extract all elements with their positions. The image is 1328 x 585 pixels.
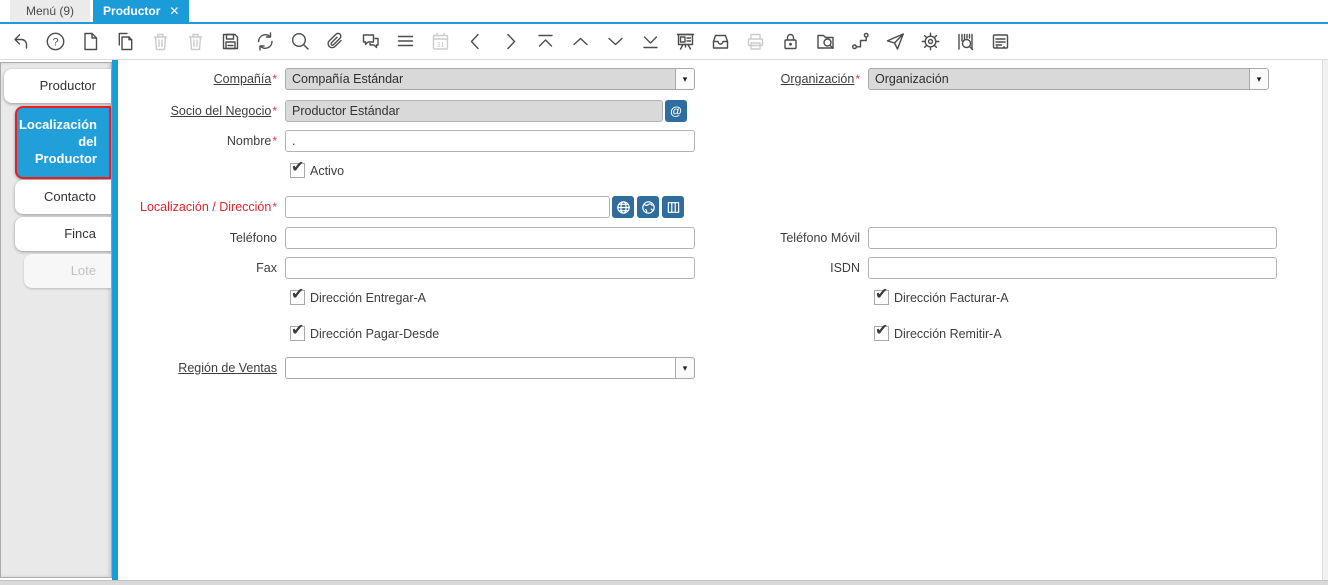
fax-label: Fax <box>130 257 277 279</box>
activo-label: Activo <box>310 164 344 178</box>
sidebar-tab-localizaci-n-del-productor[interactable]: Localización del Productor <box>15 106 111 179</box>
direccion-entregar-row: ✔ Dirección Entregar-A <box>290 290 426 305</box>
direccion-pagar-row: ✔ Dirección Pagar-Desde <box>290 326 439 341</box>
activo-checkbox-row: ✔ Activo <box>290 163 344 178</box>
isdn-input[interactable] <box>868 257 1277 279</box>
direccion-facturar-checkbox[interactable]: ✔ <box>874 290 889 305</box>
chevron-down-icon[interactable]: ▾ <box>675 357 695 379</box>
paperclip-icon[interactable] <box>324 30 347 53</box>
direccion-facturar-label: Dirección Facturar-A <box>894 291 1009 305</box>
chat-icon[interactable] <box>359 30 382 53</box>
organizacion-value: Organización <box>868 68 1249 90</box>
calendar-icon: 31 <box>429 30 452 53</box>
telefono-movil-label: Teléfono Móvil <box>700 227 860 249</box>
region-ventas-label: Región de Ventas <box>130 357 277 379</box>
checkmark-icon: ✔ <box>291 157 304 177</box>
undo-icon[interactable] <box>9 30 32 53</box>
chevron-down-icon[interactable] <box>604 30 627 53</box>
sidebar-tab-lote: Lote <box>24 254 111 288</box>
region-ventas-value <box>285 357 675 379</box>
compania-label: Compañía* <box>130 68 277 90</box>
direccion-facturar-row: ✔ Dirección Facturar-A <box>874 290 1009 305</box>
globe-grid-icon[interactable] <box>612 196 634 218</box>
lock-icon[interactable] <box>779 30 802 53</box>
last-record-icon[interactable] <box>639 30 662 53</box>
gear-icon[interactable] <box>919 30 942 53</box>
direccion-remitir-row: ✔ Dirección Remitir-A <box>874 326 1002 341</box>
tab-productor[interactable]: Productor ✕ <box>93 0 189 22</box>
checkmark-icon: ✔ <box>875 284 888 304</box>
sidebar-tab-contacto[interactable]: Contacto <box>15 180 111 214</box>
direccion-pagar-label: Dirección Pagar-Desde <box>310 327 439 341</box>
window-tab-bar: Menú (9) Productor ✕ <box>0 0 1328 22</box>
map-icon[interactable] <box>662 196 684 218</box>
new-document-icon[interactable] <box>79 30 102 53</box>
save-icon[interactable] <box>219 30 242 53</box>
telefono-label: Teléfono <box>130 227 277 249</box>
socio-negocio-field[interactable]: Productor Estándar <box>285 100 663 122</box>
localizacion-label: Localización / Dirección* <box>100 196 277 218</box>
chevron-left-icon[interactable] <box>464 30 487 53</box>
svg-text:?: ? <box>52 36 58 48</box>
checkmark-icon: ✔ <box>291 320 304 340</box>
help-icon[interactable]: ? <box>44 30 67 53</box>
scrollbar-track[interactable] <box>1322 60 1328 580</box>
trash-icon <box>149 30 172 53</box>
region-ventas-combobox[interactable]: ▾ <box>285 357 695 379</box>
sidebar-tab-finca[interactable]: Finca <box>15 217 111 251</box>
close-icon[interactable]: ✕ <box>169 4 179 18</box>
organizacion-combobox[interactable]: Organización ▾ <box>868 68 1269 90</box>
compania-combobox[interactable]: Compañía Estándar ▾ <box>285 68 695 90</box>
workflow-icon[interactable] <box>849 30 872 53</box>
direccion-remitir-checkbox[interactable]: ✔ <box>874 326 889 341</box>
nombre-input[interactable] <box>285 130 695 152</box>
tab-menu-label: Menú (9) <box>26 4 74 18</box>
svg-text:31: 31 <box>437 42 445 49</box>
tab-menu[interactable]: Menú (9) <box>10 0 90 22</box>
tab-productor-label: Productor <box>103 4 160 18</box>
nombre-label: Nombre* <box>130 130 277 152</box>
business-partner-info-button[interactable]: @ <box>665 100 687 122</box>
barcode-search-icon[interactable] <box>954 30 977 53</box>
checkmark-icon: ✔ <box>875 320 888 340</box>
socio-negocio-label: Socio del Negocio* <box>130 100 277 122</box>
chevron-right-icon[interactable] <box>499 30 522 53</box>
fax-input[interactable] <box>285 257 695 279</box>
earth-globe-icon[interactable] <box>637 196 659 218</box>
direccion-entregar-checkbox[interactable]: ✔ <box>290 290 305 305</box>
active-tab-strip <box>112 60 118 580</box>
list-icon[interactable] <box>394 30 417 53</box>
direccion-entregar-label: Dirección Entregar-A <box>310 291 426 305</box>
send-icon[interactable] <box>884 30 907 53</box>
at-icon: @ <box>670 104 682 118</box>
chevron-up-icon[interactable] <box>569 30 592 53</box>
bottom-strip <box>0 580 1328 585</box>
organizacion-label: Organización* <box>690 68 860 90</box>
refresh-icon[interactable] <box>254 30 277 53</box>
direccion-pagar-checkbox[interactable]: ✔ <box>290 326 305 341</box>
telefono-movil-input[interactable] <box>868 227 1277 249</box>
direccion-remitir-label: Dirección Remitir-A <box>894 327 1002 341</box>
tab-sidebar: ProductorLocalización del ProductorConta… <box>0 62 112 578</box>
note-icon[interactable] <box>989 30 1012 53</box>
compania-value: Compañía Estándar <box>285 68 675 90</box>
toolbar: ? 31 <box>0 24 1328 60</box>
presentation-icon[interactable] <box>674 30 697 53</box>
sidebar-tab-productor[interactable]: Productor <box>4 69 111 103</box>
isdn-label: ISDN <box>700 257 860 279</box>
first-record-icon[interactable] <box>534 30 557 53</box>
trash-selection-icon <box>184 30 207 53</box>
copy-document-icon[interactable] <box>114 30 137 53</box>
checkmark-icon: ✔ <box>291 284 304 304</box>
archive-icon[interactable] <box>709 30 732 53</box>
activo-checkbox[interactable]: ✔ <box>290 163 305 178</box>
content-area: ProductorLocalización del ProductorConta… <box>0 60 1328 580</box>
folder-search-icon[interactable] <box>814 30 837 53</box>
chevron-down-icon[interactable]: ▾ <box>1249 68 1269 90</box>
localizacion-input[interactable] <box>285 196 610 218</box>
telefono-input[interactable] <box>285 227 695 249</box>
printer-icon <box>744 30 767 53</box>
search-icon[interactable] <box>289 30 312 53</box>
